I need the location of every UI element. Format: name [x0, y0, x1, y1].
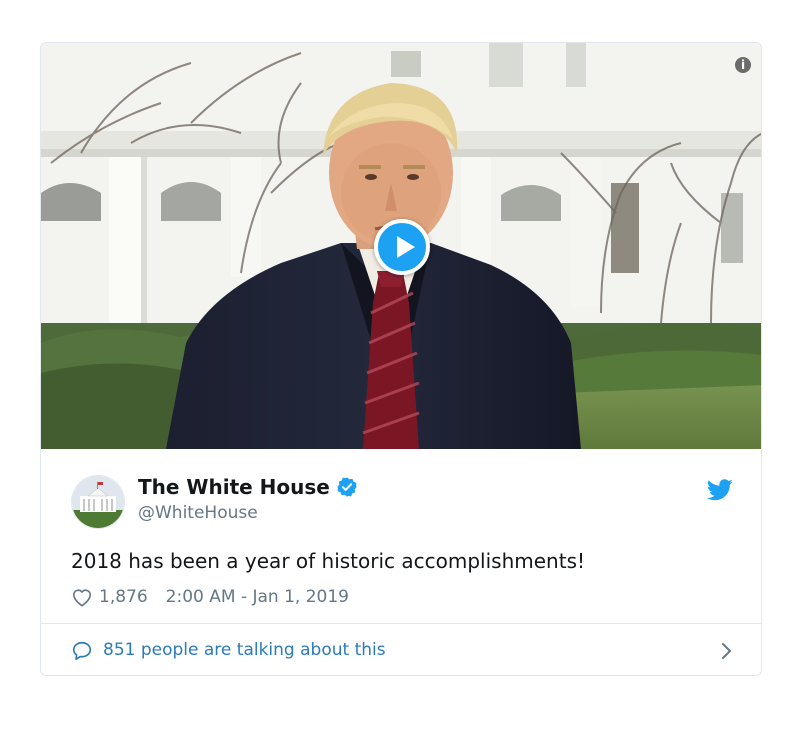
heart-icon [73, 589, 91, 607]
white-house-avatar-image [72, 476, 124, 528]
tweet-body: The White House @WhiteHouse 2018 has bee… [41, 449, 761, 623]
display-name[interactable]: The White House [138, 473, 358, 501]
embedded-tweet-card: i The White House @WhiteHouse 2018 has b… [40, 42, 762, 676]
avatar[interactable] [71, 475, 125, 529]
conversation-text: 851 people are talking about this [103, 640, 386, 660]
display-name-text: The White House [138, 475, 330, 499]
like-count: 1,876 [99, 587, 148, 607]
video-thumbnail[interactable]: i [41, 43, 761, 449]
conversation-link[interactable]: 851 people are talking about this [41, 624, 761, 675]
handle[interactable]: @WhiteHouse [138, 501, 258, 525]
play-button[interactable] [374, 219, 430, 275]
speech-bubble-icon [72, 641, 92, 661]
play-icon [397, 236, 415, 258]
chevron-right-icon [722, 643, 731, 659]
verified-badge-icon [337, 477, 357, 497]
timestamp[interactable]: 2:00 AM - Jan 1, 2019 [166, 585, 349, 609]
tweet-meta: 1,876 2:00 AM - Jan 1, 2019 [71, 585, 349, 609]
tweet-text: 2018 has been a year of historic accompl… [71, 549, 586, 573]
info-icon[interactable]: i [735, 57, 751, 73]
twitter-bird-icon[interactable] [707, 479, 733, 501]
like-button[interactable]: 1,876 [71, 585, 148, 609]
